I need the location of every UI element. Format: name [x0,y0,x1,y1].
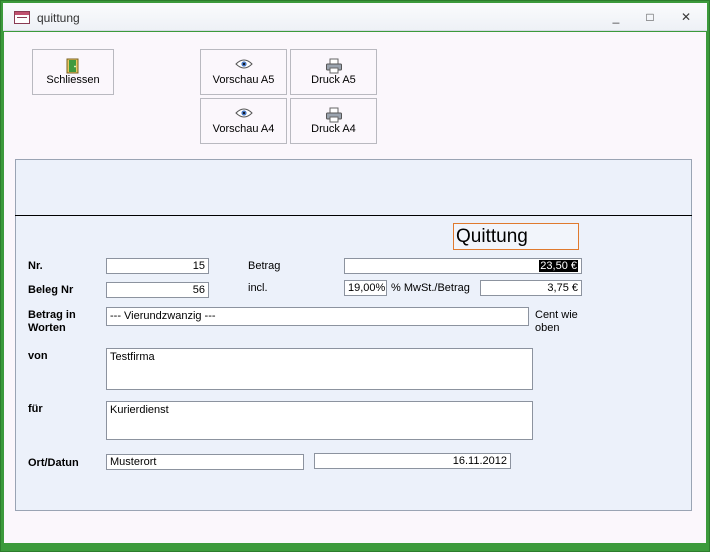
quittung-heading: Quittung [453,223,579,250]
mwst-amount-field[interactable]: 3,75 € [480,280,582,296]
cent-note-2: oben [535,322,560,334]
betrag-field[interactable]: 23,50 € [344,258,582,274]
eye-icon [234,59,253,69]
app-window: quittung _ □ ✕ Schliessen Vorschau A5 Dr… [0,0,710,552]
betrag-in-worten-label: Betrag in [28,309,76,321]
door-exit-icon [66,58,79,74]
window-title: quittung [37,11,80,25]
beleg-nr-label: Beleg Nr [28,284,74,296]
betrag-in-worten-label-2: Worten [28,322,66,334]
maximize-button[interactable]: □ [637,8,663,26]
fuer-field[interactable]: Kurierdienst [106,401,533,440]
mwst-percent-field[interactable]: 19,00% [344,280,387,296]
print-a4-label: Druck A4 [311,123,356,135]
printer-icon [325,107,342,123]
preview-a5-button[interactable]: Vorschau A5 [200,49,287,95]
schliessen-button[interactable]: Schliessen [32,49,114,95]
beleg-nr-field[interactable]: 56 [106,282,209,298]
print-a5-button[interactable]: Druck A5 [290,49,377,95]
eye-icon [234,108,253,118]
betrag-value: 23,50 € [539,260,578,272]
print-a5-label: Druck A5 [311,74,356,86]
betrag-label: Betrag [248,260,281,272]
betrag-in-worten-field[interactable]: --- Vierundzwanzig --- [106,307,529,326]
von-field[interactable]: Testfirma [106,348,533,390]
form-area: Schliessen Vorschau A5 Druck A5 Vorschau… [4,32,706,543]
header-divider [15,215,692,216]
nr-field[interactable]: 15 [106,258,209,274]
minimize-button[interactable]: _ [603,8,629,26]
form-icon [14,11,30,24]
incl-label: incl. [248,282,268,294]
mwst-label: % MwSt./Betrag [391,282,470,294]
preview-a4-label: Vorschau A4 [212,123,275,135]
schliessen-label: Schliessen [46,74,100,86]
close-window-button[interactable]: ✕ [673,8,699,26]
datum-field[interactable]: 16.11.2012 [314,453,511,469]
cent-note: Cent wie [535,309,578,321]
von-label: von [28,350,48,362]
nr-label: Nr. [28,260,43,272]
preview-a4-button[interactable]: Vorschau A4 [200,98,287,144]
ort-field[interactable]: Musterort [106,454,304,470]
ort-datum-label: Ort/Datun [28,457,79,469]
printer-icon [325,58,342,74]
print-a4-button[interactable]: Druck A4 [290,98,377,144]
fuer-label: für [28,403,43,415]
title-bar[interactable]: quittung _ □ ✕ [3,3,707,31]
preview-a5-label: Vorschau A5 [212,74,275,86]
